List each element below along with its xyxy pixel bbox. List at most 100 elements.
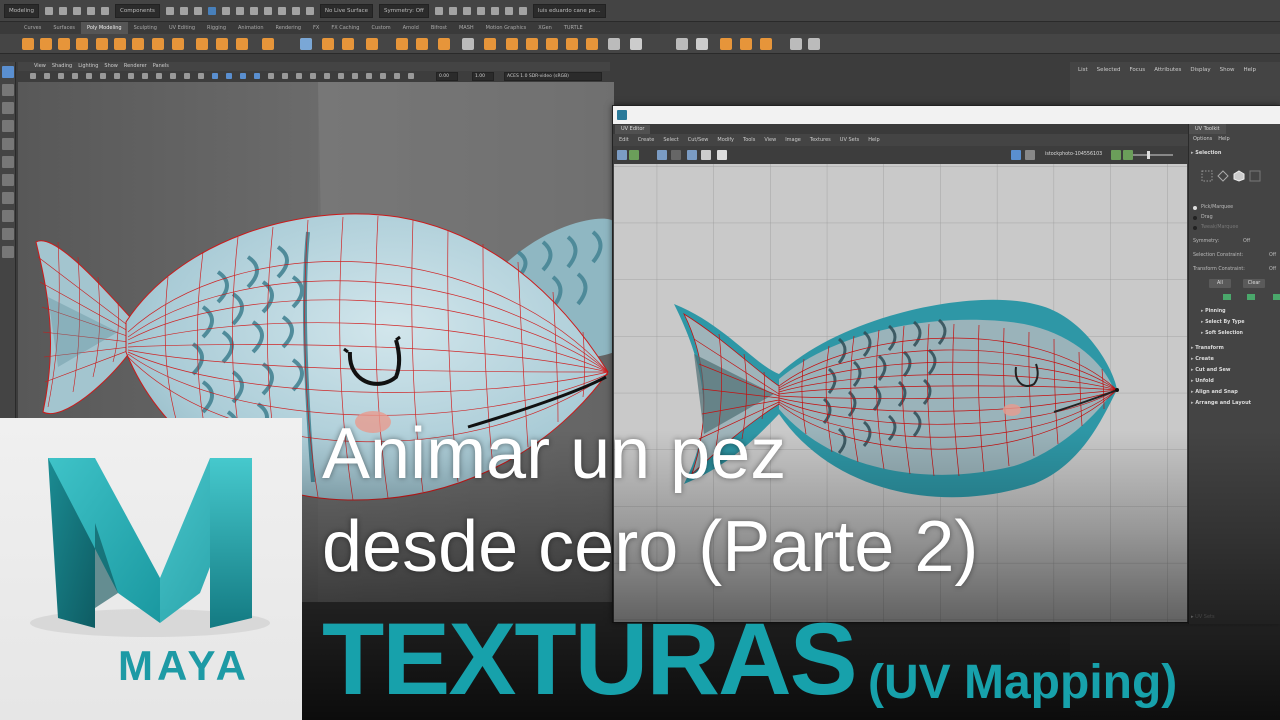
symmetry-value[interactable]: Off — [1243, 239, 1250, 244]
open-scene-icon[interactable] — [59, 6, 68, 15]
shelf-type-icon[interactable] — [342, 38, 354, 50]
uv-grid-toggle-icon[interactable] — [617, 150, 627, 160]
panel-menu-display[interactable]: Display — [1190, 67, 1210, 73]
shelf-tab-motion-graphics[interactable]: Motion Graphics — [480, 22, 533, 34]
transform-constraint-value[interactable]: Off — [1269, 267, 1276, 272]
unfold-section[interactable]: Unfold — [1191, 378, 1214, 384]
viewport-camera-select-icon[interactable] — [30, 73, 36, 79]
shelf-uv-editor-icon[interactable] — [300, 38, 312, 50]
viewport-wire-on-shaded-icon[interactable] — [240, 73, 246, 79]
viewport-grid-icon[interactable] — [114, 73, 120, 79]
mode-dropdown[interactable]: Modeling — [4, 3, 40, 18]
viewport-menu-renderer[interactable]: Renderer — [124, 62, 147, 71]
uv-menu-image[interactable]: Image — [785, 137, 801, 143]
uv-editor-titlebar[interactable] — [613, 106, 1280, 124]
shelf-platonic-icon[interactable] — [152, 38, 164, 50]
shelf-uv-automatic-icon[interactable] — [630, 38, 642, 50]
select-border-icon[interactable] — [1247, 294, 1255, 300]
cut-and-sew-section[interactable]: Cut and Sew — [1191, 367, 1230, 373]
layout-side-icon[interactable] — [2, 210, 14, 222]
uv-filter-icon[interactable] — [1025, 150, 1035, 160]
zoom-icon[interactable] — [2, 246, 14, 258]
viewport-2d-pan-icon[interactable] — [86, 73, 92, 79]
shelf-tab-rigging[interactable]: Rigging — [201, 22, 232, 34]
viewport-field-chart-icon[interactable] — [170, 73, 176, 79]
undo-icon[interactable] — [87, 6, 96, 15]
viewport-smooth-shade-icon[interactable] — [226, 73, 232, 79]
uv-menu-create[interactable]: Create — [638, 137, 655, 143]
select-overlap-icon[interactable] — [1273, 294, 1280, 300]
uv-menu-tools[interactable]: Tools — [743, 137, 755, 143]
shelf-bevel-icon[interactable] — [526, 38, 538, 50]
uv-menu-cut-sew[interactable]: Cut/Sew — [688, 137, 709, 143]
uv-menu-help[interactable]: Help — [868, 137, 879, 143]
viewport-gate-mask-icon[interactable] — [156, 73, 162, 79]
viewport-safe-title-icon[interactable] — [198, 73, 204, 79]
select-shell-icon[interactable] — [1223, 294, 1231, 300]
shelf-bridge-icon[interactable] — [506, 38, 518, 50]
uv-distortion-icon[interactable] — [671, 150, 681, 160]
uv-menu-modify[interactable]: Modify — [717, 137, 734, 143]
shelf-tab-curves[interactable]: Curves — [18, 22, 47, 34]
create-section[interactable]: Create — [1191, 356, 1214, 362]
uv-image-name[interactable]: istockphoto-104556103 — [1045, 150, 1102, 160]
face-select-icon[interactable] — [1233, 170, 1245, 182]
shelf-combine-icon[interactable] — [396, 38, 408, 50]
viewport-shadows-icon[interactable] — [282, 73, 288, 79]
selection-constraint-value[interactable]: Off — [1269, 253, 1276, 258]
uv-sets-section[interactable]: UV Sets — [1191, 614, 1215, 620]
arrange-and-layout-section[interactable]: Arrange and Layout — [1191, 400, 1251, 406]
viewport-x-ray-icon[interactable] — [352, 73, 358, 79]
clear-selection-button[interactable]: Clear — [1243, 279, 1265, 288]
uv-image-display-icon[interactable] — [1011, 150, 1021, 160]
viewport-textured-icon[interactable] — [254, 73, 260, 79]
shelf-tab-uv-editing[interactable]: UV Editing — [163, 22, 201, 34]
viewport-camera-attr-icon[interactable] — [44, 73, 50, 79]
shelf-uv-planar-icon[interactable] — [608, 38, 620, 50]
uv-menu-edit[interactable]: Edit — [619, 137, 629, 143]
viewport-menu-lighting[interactable]: Lighting — [78, 62, 98, 71]
shelf-smooth-icon[interactable] — [438, 38, 450, 50]
viewport-anti-alias-icon[interactable] — [324, 73, 330, 79]
select-object-icon[interactable] — [179, 6, 188, 15]
viewport-menu-show[interactable]: Show — [104, 62, 118, 71]
soft-selection-subsection[interactable]: Soft Selection — [1201, 331, 1243, 336]
shelf-tab-fx-caching[interactable]: FX Caching — [325, 22, 365, 34]
viewport-exposure-icon[interactable] — [394, 73, 400, 79]
viewport-gamma-icon[interactable] — [408, 73, 414, 79]
shelf-boolean-icon[interactable] — [462, 38, 474, 50]
panel-menu-list[interactable]: List — [1078, 67, 1088, 73]
save-scene-icon[interactable] — [73, 6, 82, 15]
uv-alpha-icon[interactable] — [1123, 150, 1133, 160]
panel-menu-show[interactable]: Show — [1220, 67, 1235, 73]
uv-select-icon[interactable] — [1249, 170, 1261, 182]
shelf-append-icon[interactable] — [546, 38, 558, 50]
shelf-cube-icon[interactable] — [40, 38, 52, 50]
snap-point-icon[interactable] — [249, 6, 258, 15]
uv-border-icon[interactable] — [687, 150, 697, 160]
uv-dim-image-icon[interactable] — [701, 150, 711, 160]
viewport-resolution-gate-icon[interactable] — [142, 73, 148, 79]
new-scene-icon[interactable] — [45, 6, 54, 15]
viewport-ambient-occlusion-icon[interactable] — [296, 73, 302, 79]
rotate-tool-icon[interactable] — [2, 138, 14, 150]
align-and-snap-section[interactable]: Align and Snap — [1191, 389, 1238, 395]
uv-toolkit-help-menu[interactable]: Help — [1218, 136, 1229, 142]
scale-tool-icon[interactable] — [2, 156, 14, 168]
render-settings-icon[interactable] — [462, 6, 471, 15]
shelf-tab-arnold[interactable]: Arnold — [397, 22, 425, 34]
viewport-bookmark-icon[interactable] — [58, 73, 64, 79]
shelf-mirror-icon[interactable] — [676, 38, 688, 50]
shelf-tab-mash[interactable]: MASH — [453, 22, 480, 34]
shelf-tab-xgen[interactable]: XGen — [532, 22, 558, 34]
shelf-svg-icon[interactable] — [366, 38, 378, 50]
shelf-quad-draw-icon[interactable] — [760, 38, 772, 50]
input-output-icon[interactable] — [291, 6, 300, 15]
snap-grid-icon[interactable] — [221, 6, 230, 15]
shelf-separate-icon[interactable] — [416, 38, 428, 50]
shelf-helix-icon[interactable] — [216, 38, 228, 50]
uv-snapshot-icon[interactable] — [717, 150, 727, 160]
uv-toolkit-tab[interactable]: UV Toolkit — [1189, 124, 1226, 134]
viewport-menu-view[interactable]: View — [34, 62, 46, 71]
redo-icon[interactable] — [101, 6, 110, 15]
